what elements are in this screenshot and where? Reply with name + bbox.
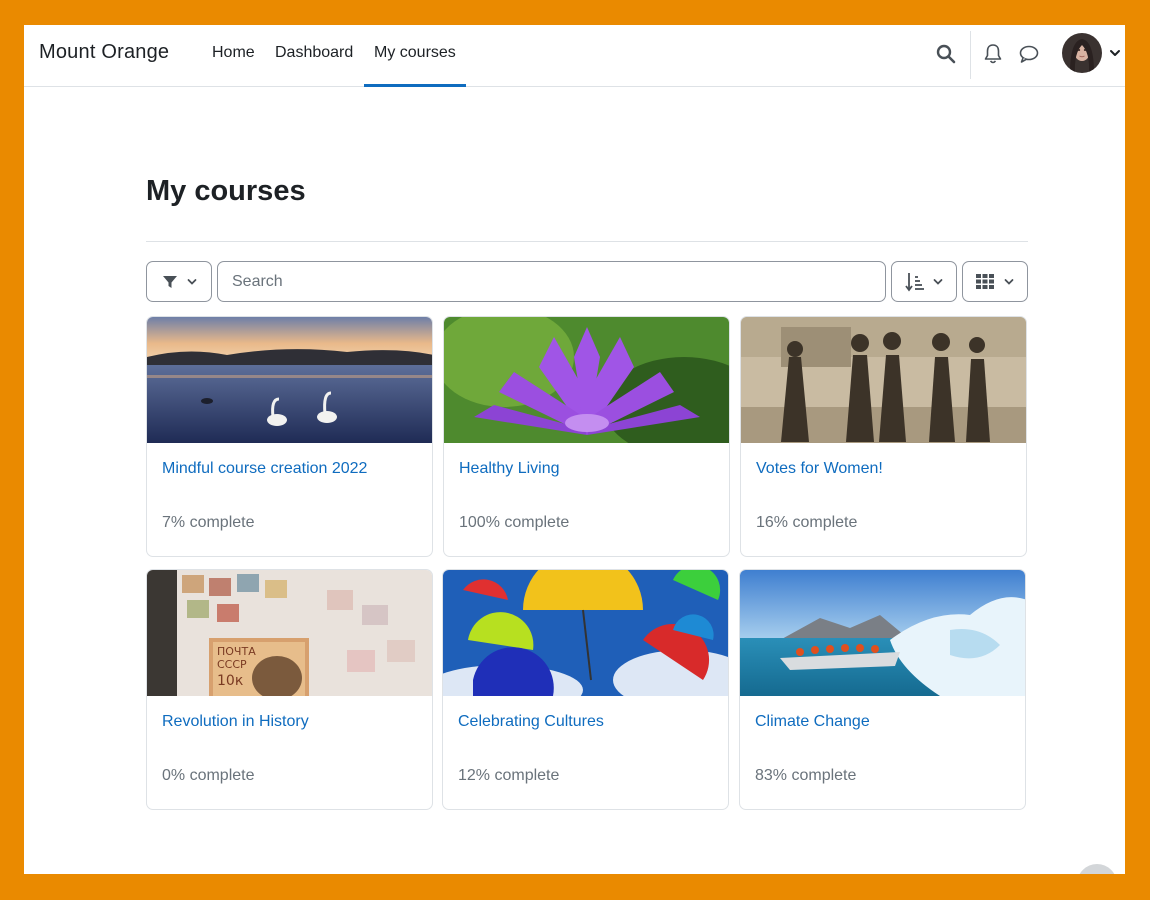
active-tab-indicator <box>364 84 466 87</box>
course-title[interactable]: Mindful course creation 2022 <box>162 460 367 478</box>
search-icon[interactable] <box>936 44 956 64</box>
page-frame: Mount Orange Home Dashboard My courses M… <box>24 25 1125 874</box>
course-image-purple-water-lily[interactable] <box>444 317 730 443</box>
course-card[interactable]: Climate Change 83% complete <box>739 569 1026 810</box>
chevron-down-icon <box>187 279 197 285</box>
nav-item-dashboard[interactable]: Dashboard <box>275 44 353 62</box>
avatar[interactable] <box>1062 33 1102 73</box>
bell-icon[interactable] <box>983 43 1003 65</box>
course-title[interactable]: Celebrating Cultures <box>458 713 604 731</box>
course-image-suffragettes-sepia-photo[interactable] <box>741 317 1027 443</box>
course-progress: 12% complete <box>458 767 560 784</box>
course-title[interactable]: Climate Change <box>755 713 870 731</box>
help-floating-button[interactable] <box>1077 864 1117 874</box>
svg-text:СССР: СССР <box>217 658 247 671</box>
avatar-image <box>1062 33 1102 73</box>
sort-dropdown-button[interactable] <box>891 261 957 302</box>
search-input[interactable] <box>217 261 886 302</box>
message-icon[interactable] <box>1018 44 1040 64</box>
svg-text:10к: 10к <box>217 673 243 689</box>
sort-icon <box>905 273 924 292</box>
grid-icon <box>976 274 994 289</box>
chevron-down-icon[interactable] <box>1109 47 1121 59</box>
site-brand[interactable]: Mount Orange <box>39 41 169 64</box>
course-image-colorful-umbrellas[interactable] <box>443 570 729 696</box>
course-card[interactable]: Healthy Living 100% complete <box>443 316 730 557</box>
nav-item-my-courses[interactable]: My courses <box>374 44 456 62</box>
chevron-down-icon <box>933 279 943 285</box>
course-progress: 7% complete <box>162 514 255 531</box>
course-title[interactable]: Votes for Women! <box>756 460 883 478</box>
nav-divider <box>970 31 971 79</box>
divider <box>146 241 1028 242</box>
course-card[interactable]: Mindful course creation 2022 7% complete <box>146 316 433 557</box>
course-card[interactable]: Celebrating Cultures 12% complete <box>442 569 729 810</box>
course-image-postage-stamps[interactable]: ПОЧТА СССР 10к <box>147 570 433 696</box>
course-title[interactable]: Revolution in History <box>162 713 309 731</box>
course-card[interactable]: ПОЧТА СССР 10к Revolution in History 0% … <box>146 569 433 810</box>
svg-text:ПОЧТА: ПОЧТА <box>217 645 256 658</box>
filter-dropdown-button[interactable] <box>146 261 212 302</box>
course-image-swans-on-lake[interactable] <box>147 317 433 443</box>
course-progress: 16% complete <box>756 514 858 531</box>
chevron-down-icon <box>1004 279 1014 285</box>
course-card[interactable]: Votes for Women! 16% complete <box>740 316 1027 557</box>
top-navbar: Mount Orange Home Dashboard My courses <box>24 25 1125 87</box>
course-title[interactable]: Healthy Living <box>459 460 560 478</box>
course-image-boat-near-iceberg[interactable] <box>740 570 1026 696</box>
course-progress: 83% complete <box>755 767 857 784</box>
course-progress: 100% complete <box>459 514 570 531</box>
page-title: My courses <box>146 175 306 207</box>
view-dropdown-button[interactable] <box>962 261 1028 302</box>
nav-item-home[interactable]: Home <box>212 44 255 62</box>
filter-icon <box>163 276 177 288</box>
course-progress: 0% complete <box>162 767 255 784</box>
